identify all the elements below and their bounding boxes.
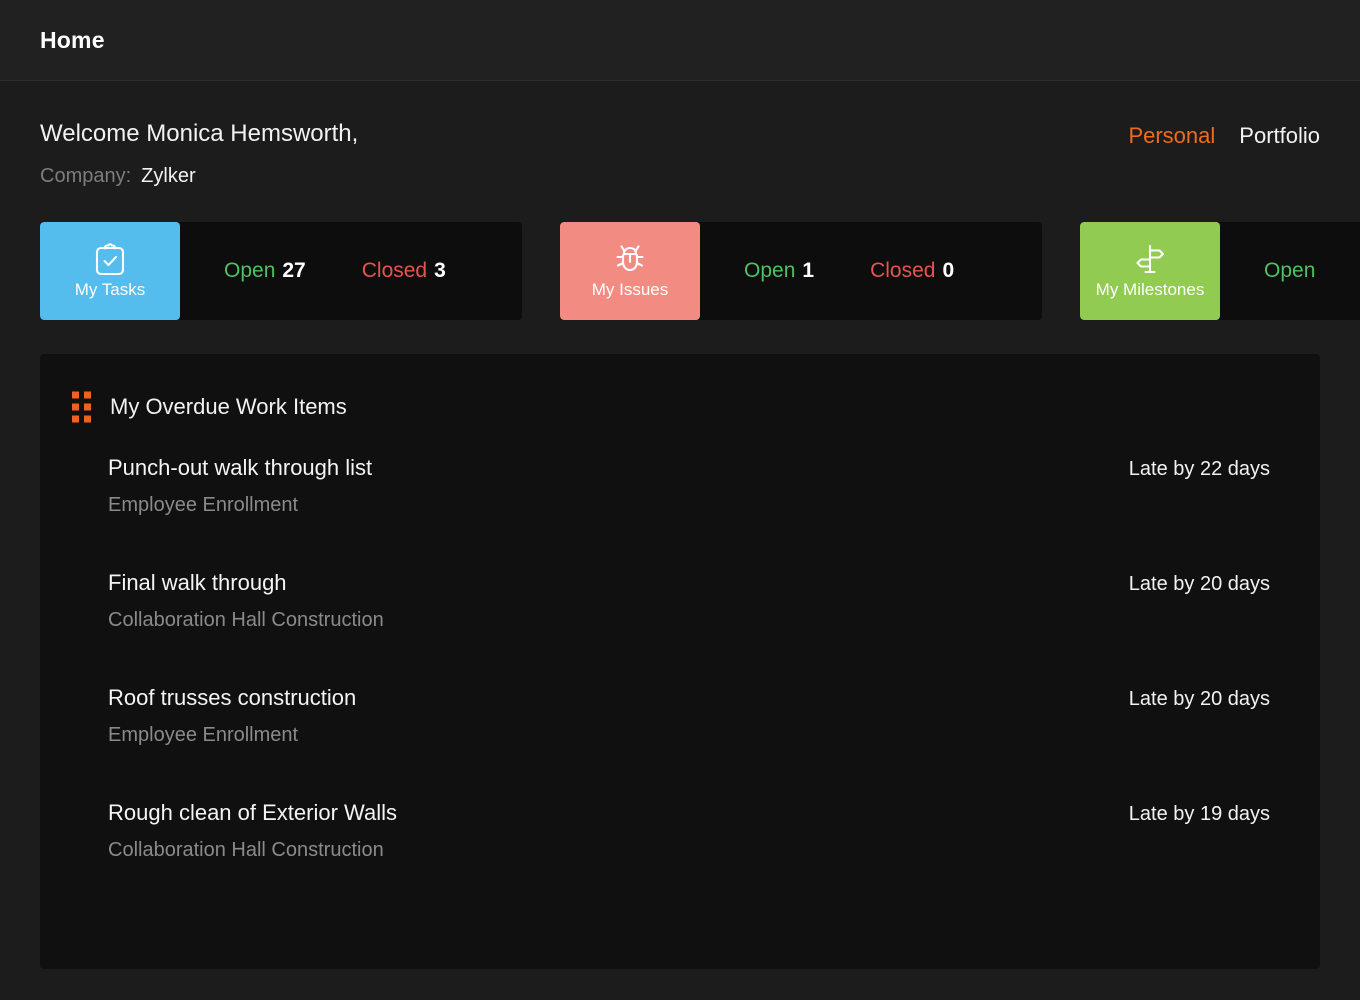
stat-badge-label: My Tasks [75,280,146,300]
metric-open-label: Open [744,259,795,282]
work-item-info: Punch-out walk through list Employee Enr… [108,456,372,516]
view-tab-personal[interactable]: Personal [1128,123,1215,149]
work-item-project: Collaboration Hall Construction [108,609,384,631]
work-item-name[interactable]: Rough clean of Exterior Walls [108,801,397,825]
work-item-late-label: Late by 20 days [1129,686,1288,711]
page-title: Home [40,27,105,54]
stat-badge-my-milestones[interactable]: My Milestones [1080,222,1220,320]
metric-open-label: Open [1264,259,1315,282]
stat-card-my-issues[interactable]: My Issues Open 1 Closed 0 [560,222,1042,320]
list-item[interactable]: Roof trusses construction Employee Enrol… [108,668,1288,764]
drag-dot [72,404,79,411]
drag-dot [72,392,79,399]
work-item-late-label: Late by 22 days [1129,456,1288,481]
list-item[interactable]: Rough clean of Exterior Walls Collaborat… [108,783,1288,879]
stat-card-my-tasks[interactable]: My Tasks Open 27 Closed 3 [40,222,522,320]
view-tab-portfolio[interactable]: Portfolio [1239,123,1320,149]
drag-dot [84,416,91,423]
panel-header: My Overdue Work Items [72,384,1288,430]
work-item-project: Employee Enrollment [108,494,372,516]
metric-closed-label: Closed [870,259,935,282]
stat-badge-label: My Issues [592,280,669,300]
stat-metrics: Open 1 Closed 0 [700,222,1042,320]
drag-dot [72,416,79,423]
welcome-block: Welcome Monica Hemsworth, Company: Zylke… [40,119,358,188]
work-item-info: Final walk through Collaboration Hall Co… [108,571,384,631]
metric-closed-value: 0 [942,259,954,282]
metric-open: Open 1 [744,259,814,283]
work-item-name[interactable]: Final walk through [108,571,384,595]
metric-open-label: Open [224,259,275,282]
work-item-info: Roof trusses construction Employee Enrol… [108,686,356,746]
work-item-info: Rough clean of Exterior Walls Collaborat… [108,801,397,861]
work-item-project: Employee Enrollment [108,724,356,746]
company-value: Zylker [141,165,195,188]
overdue-work-items-panel: My Overdue Work Items Punch-out walk thr… [40,354,1320,969]
overdue-items-list: Punch-out walk through list Employee Enr… [72,430,1288,879]
metric-open: Open 27 [224,259,306,283]
work-item-late-label: Late by 19 days [1129,801,1288,826]
list-item[interactable]: Punch-out walk through list Employee Enr… [108,444,1288,534]
metric-closed: Closed 3 [362,259,446,283]
stat-card-my-milestones[interactable]: My Milestones Open Closed [1080,222,1360,320]
drag-dot [84,404,91,411]
work-item-late-label: Late by 20 days [1129,571,1288,596]
stat-badge-my-tasks[interactable]: My Tasks [40,222,180,320]
metric-open-value: 27 [282,259,305,282]
metric-closed-label: Closed [362,259,427,282]
page-body: Welcome Monica Hemsworth, Company: Zylke… [0,81,1360,1000]
welcome-row: Welcome Monica Hemsworth, Company: Zylke… [40,81,1320,188]
view-switcher: Personal Portfolio [1128,119,1320,149]
metric-open: Open [1264,259,1322,283]
signpost-icon [1133,242,1167,278]
work-item-name[interactable]: Roof trusses construction [108,686,356,710]
stat-cards-row: My Tasks Open 27 Closed 3 [40,222,1360,320]
work-item-name[interactable]: Punch-out walk through list [108,456,372,480]
stat-metrics: Open 27 Closed 3 [180,222,522,320]
list-item[interactable]: Final walk through Collaboration Hall Co… [108,553,1288,649]
company-label: Company: [40,165,131,188]
welcome-greeting: Welcome Monica Hemsworth, [40,119,358,149]
drag-dot [84,392,91,399]
company-line: Company: Zylker [40,165,358,188]
metric-closed: Closed 0 [870,259,954,283]
bug-icon [613,242,647,278]
panel-title: My Overdue Work Items [110,394,347,420]
work-item-project: Collaboration Hall Construction [108,839,397,861]
clipboard-check-icon [93,242,127,278]
top-header-bar: Home [0,0,1360,81]
drag-handle-icon[interactable] [72,392,91,423]
stat-metrics: Open Closed [1220,222,1360,320]
stat-badge-my-issues[interactable]: My Issues [560,222,700,320]
metric-closed-value: 3 [434,259,446,282]
metric-open-value: 1 [802,259,814,282]
stat-badge-label: My Milestones [1096,280,1205,300]
